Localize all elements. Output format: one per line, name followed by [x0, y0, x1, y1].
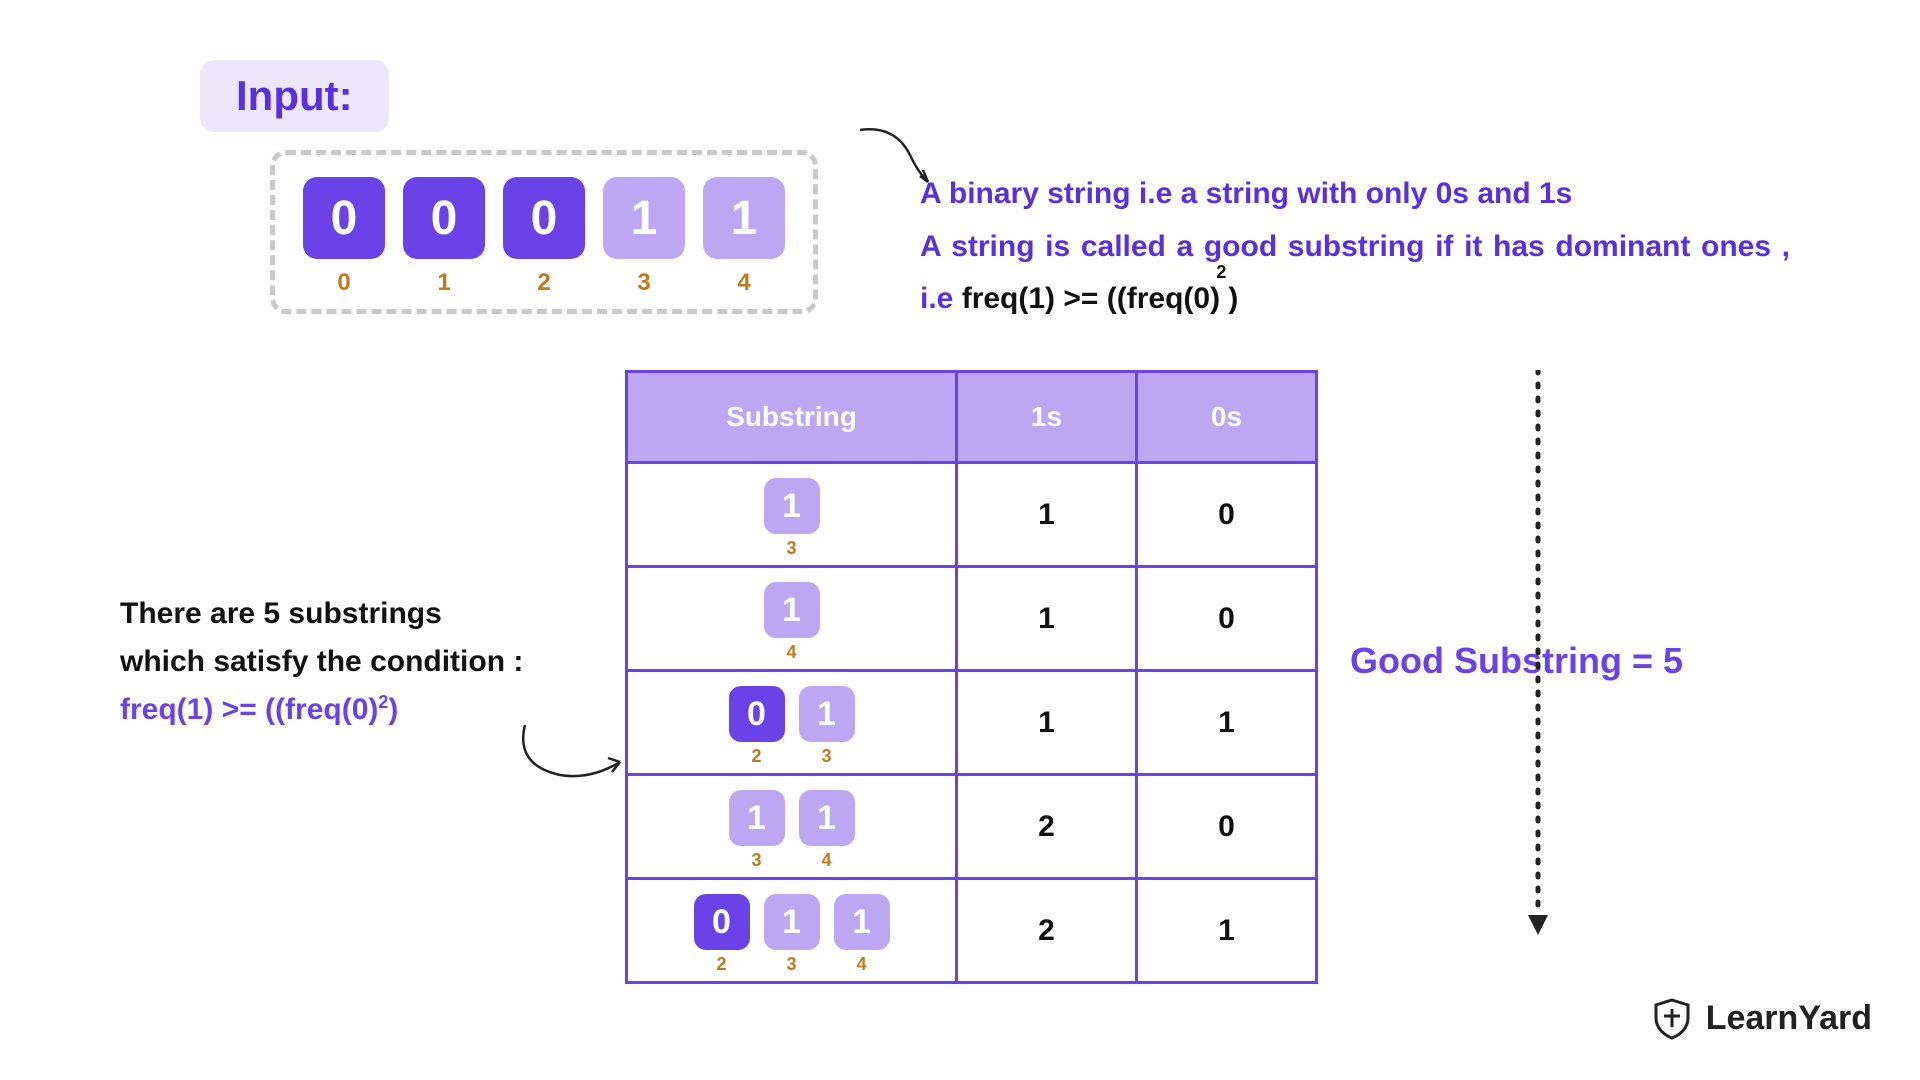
input-label: Input: — [200, 60, 389, 132]
explanation-cond-close: ) — [388, 693, 398, 726]
table-row: 1410 — [627, 567, 1317, 671]
digit-zero-box: 0 — [403, 177, 485, 259]
array-cell: 00 — [303, 177, 385, 297]
brand-logo: LearnYard — [1650, 996, 1872, 1040]
digit-one-box: 1 — [834, 894, 890, 950]
zeros-count: 0 — [1137, 567, 1317, 671]
table-row: 01123421 — [627, 879, 1317, 983]
digit-zero-box: 0 — [694, 894, 750, 950]
array-index: 1 — [437, 269, 450, 297]
digit-zero-box: 0 — [729, 686, 785, 742]
brand-name: LearnYard — [1706, 999, 1872, 1038]
header-zeros: 0s — [1137, 372, 1317, 463]
digit-zero-box: 0 — [503, 177, 585, 259]
table-header-row: Substring 1s 0s — [627, 372, 1317, 463]
input-array: 0001021314 — [270, 150, 818, 314]
substring-index: 3 — [764, 538, 820, 559]
description-formula-sup: 2 — [1216, 257, 1226, 289]
result-text: Good Substring = 5 — [1350, 640, 1683, 682]
array-index: 4 — [737, 269, 750, 297]
zeros-count: 1 — [1137, 671, 1317, 775]
explanation-line-2: which satisfy the condition : — [120, 638, 540, 686]
substring-cell: 1134 — [627, 775, 957, 879]
table-row: 012311 — [627, 671, 1317, 775]
substring-index: 3 — [729, 850, 785, 871]
array-index: 2 — [537, 269, 550, 297]
substring-cell: 14 — [627, 567, 957, 671]
explanation-line-1: There are 5 substrings — [120, 590, 540, 638]
ones-count: 2 — [957, 775, 1137, 879]
description-formula-text: freq(1) >= ((freq(0) ) — [962, 282, 1239, 315]
array-cell: 14 — [703, 177, 785, 297]
zeros-count: 0 — [1137, 775, 1317, 879]
array-cell: 13 — [603, 177, 685, 297]
digit-one-box: 1 — [764, 582, 820, 638]
digit-one-box: 1 — [799, 686, 855, 742]
header-substring: Substring — [627, 372, 957, 463]
array-cell: 01 — [403, 177, 485, 297]
description-line-1: A binary string i.e a string with only 0… — [920, 168, 1790, 221]
digit-one-box: 1 — [799, 790, 855, 846]
substring-index: 2 — [729, 746, 785, 767]
description-formula: freq(1) >= ((freq(0) ) 2 — [962, 273, 1239, 326]
explanation-text: There are 5 substrings which satisfy the… — [120, 590, 540, 734]
shield-icon — [1650, 996, 1694, 1040]
substrings-table: Substring 1s 0s 131014100123111134200112… — [625, 370, 1318, 984]
digit-one-box: 1 — [703, 177, 785, 259]
table-row: 1310 — [627, 463, 1317, 567]
description-text: A binary string i.e a string with only 0… — [920, 168, 1790, 326]
table-row: 113420 — [627, 775, 1317, 879]
ones-count: 1 — [957, 463, 1137, 567]
description-line-2: A string is called a good substring if i… — [920, 221, 1790, 326]
explanation-condition: freq(1) >= ((freq(0)2) — [120, 686, 540, 734]
array-index: 3 — [637, 269, 650, 297]
ones-count: 2 — [957, 879, 1137, 983]
explanation-cond-sup: 2 — [378, 692, 388, 712]
digit-one-box: 1 — [603, 177, 685, 259]
ones-count: 1 — [957, 567, 1137, 671]
substring-index: 3 — [764, 954, 820, 975]
substring-index: 4 — [764, 642, 820, 663]
zeros-count: 1 — [1137, 879, 1317, 983]
dotted-down-arrow-icon — [1528, 370, 1548, 940]
ones-count: 1 — [957, 671, 1137, 775]
substring-index: 4 — [799, 850, 855, 871]
substring-index: 2 — [694, 954, 750, 975]
substring-cell: 13 — [627, 463, 957, 567]
substring-cell: 011234 — [627, 879, 957, 983]
digit-one-box: 1 — [764, 894, 820, 950]
digit-one-box: 1 — [764, 478, 820, 534]
header-ones: 1s — [957, 372, 1137, 463]
substring-cell: 0123 — [627, 671, 957, 775]
zeros-count: 0 — [1137, 463, 1317, 567]
array-index: 0 — [337, 269, 350, 297]
substring-index: 3 — [799, 746, 855, 767]
digit-zero-box: 0 — [303, 177, 385, 259]
arrow-to-table — [510, 710, 630, 790]
digit-one-box: 1 — [729, 790, 785, 846]
explanation-cond-text: freq(1) >= ((freq(0) — [120, 693, 378, 726]
substring-index: 4 — [834, 954, 890, 975]
array-cell: 02 — [503, 177, 585, 297]
